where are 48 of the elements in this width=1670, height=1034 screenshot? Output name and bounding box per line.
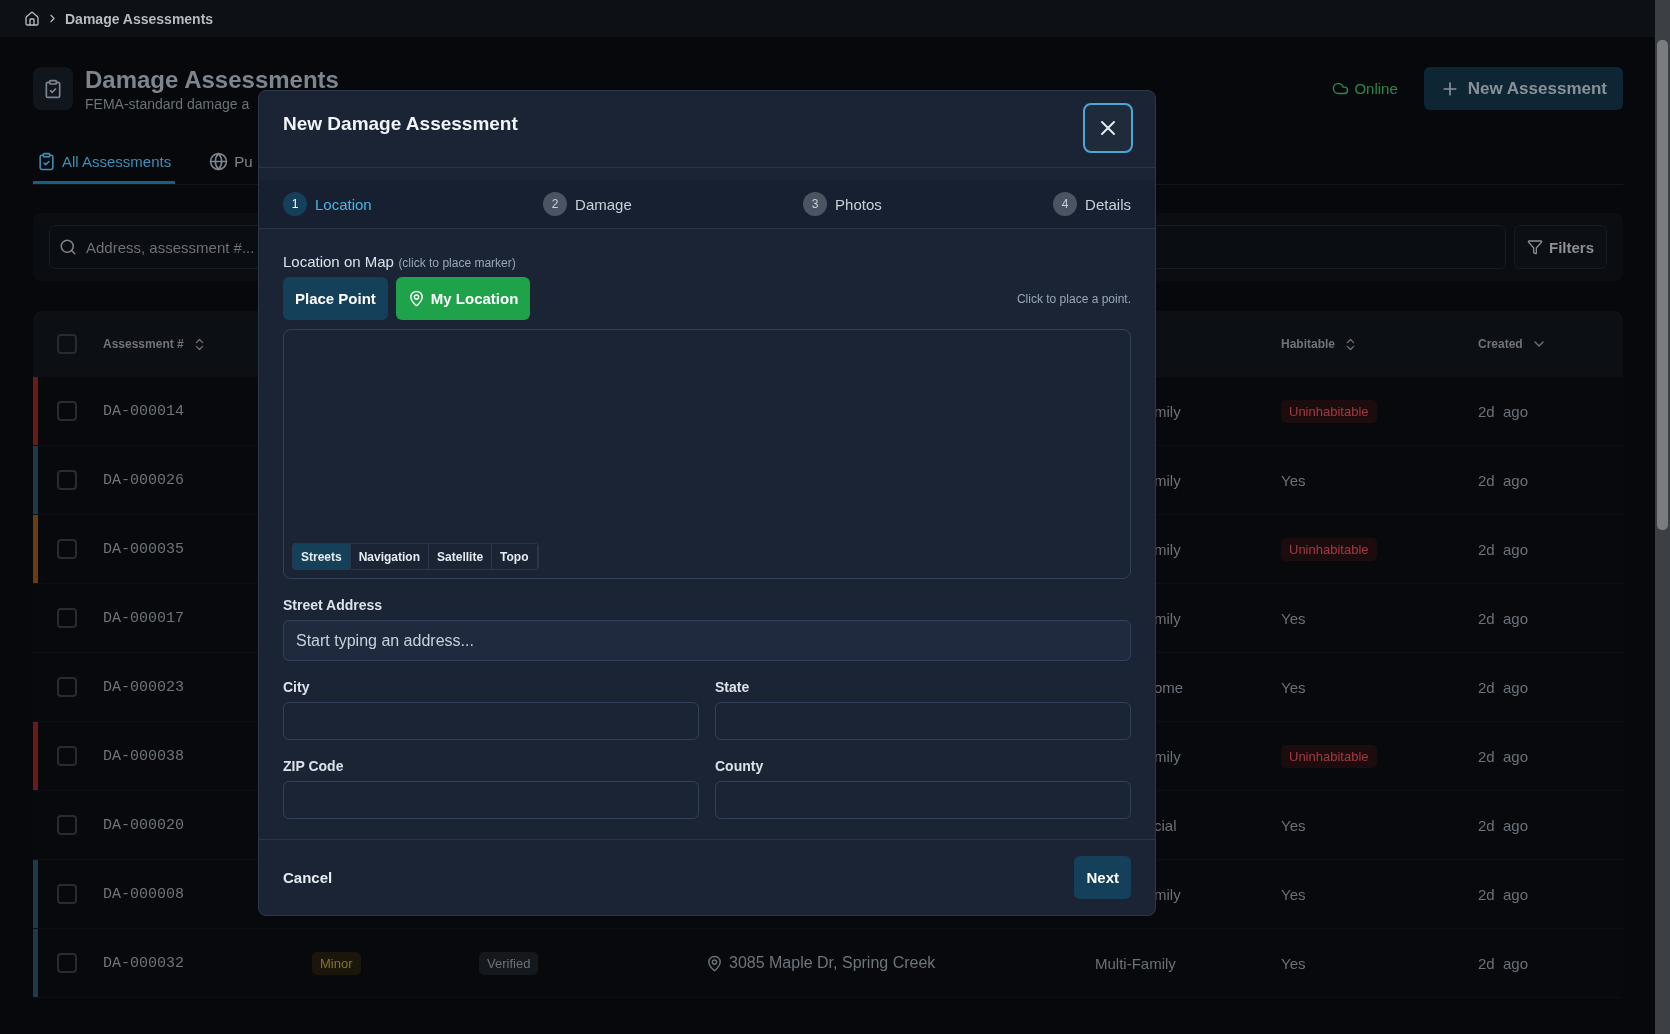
map-label: Location on Map xyxy=(283,253,394,270)
habitable-text: Yes xyxy=(1281,954,1306,972)
habitable-text: Yes xyxy=(1281,609,1306,627)
created-time: 2d ago xyxy=(1478,747,1529,765)
created-time: 2d ago xyxy=(1478,609,1529,627)
status-badge: Verified xyxy=(479,951,539,975)
breadcrumb-current: Damage Assessments xyxy=(65,10,214,27)
step-number: 2 xyxy=(543,192,568,216)
created-time: 2d ago xyxy=(1478,954,1529,972)
severity-badge: Minor xyxy=(312,951,361,975)
map-hint: (click to place marker) xyxy=(398,256,516,270)
step-number: 1 xyxy=(283,192,307,216)
dialog-title: New Damage Assessment xyxy=(283,113,518,135)
page-subtitle: FEMA-standard damage a xyxy=(85,95,251,112)
assessment-id: DA-000038 xyxy=(103,747,184,765)
step-number: 4 xyxy=(1053,192,1078,216)
field-label: Street Address xyxy=(283,597,384,613)
field-label: City xyxy=(283,679,311,695)
created-time: 2d ago xyxy=(1478,678,1529,696)
assessment-id: DA-000020 xyxy=(103,816,184,834)
created-time: 2d ago xyxy=(1478,540,1529,558)
created-time: 2d ago xyxy=(1478,885,1529,903)
habitable-badge: Uninhabitable xyxy=(1281,537,1377,561)
assessment-id: DA-000014 xyxy=(103,402,184,420)
address-text: 3085 Maple Dr, Spring Creek xyxy=(706,954,936,972)
created-time: 2d ago xyxy=(1478,402,1529,420)
habitable-text: Yes xyxy=(1281,678,1306,696)
habitable-text: Yes xyxy=(1281,885,1306,903)
online-status: Online xyxy=(1332,80,1398,97)
habitable-badge: Uninhabitable xyxy=(1281,399,1377,423)
field-label: County xyxy=(715,758,765,774)
created-time: 2d ago xyxy=(1478,471,1529,489)
assessment-id: DA-000032 xyxy=(103,954,184,972)
page-title: Damage Assessments xyxy=(85,65,340,94)
habitable-text: Yes xyxy=(1281,816,1306,834)
assessment-id: DA-000035 xyxy=(103,540,184,558)
created-time: 2d ago xyxy=(1478,816,1529,834)
habitable-text: Yes xyxy=(1281,471,1306,489)
field-label: ZIP Code xyxy=(283,758,345,774)
field-label: State xyxy=(715,679,751,695)
assessment-id: DA-000017 xyxy=(103,609,184,627)
map-status: Click to place a point. xyxy=(1016,291,1131,306)
habitable-badge: Uninhabitable xyxy=(1281,744,1377,768)
assessment-id: DA-000026 xyxy=(103,471,184,489)
step-number: 3 xyxy=(803,192,828,216)
property-type: Multi-Family xyxy=(1095,954,1176,972)
assessment-id: DA-000008 xyxy=(103,885,184,903)
assessment-id: DA-000023 xyxy=(103,678,184,696)
